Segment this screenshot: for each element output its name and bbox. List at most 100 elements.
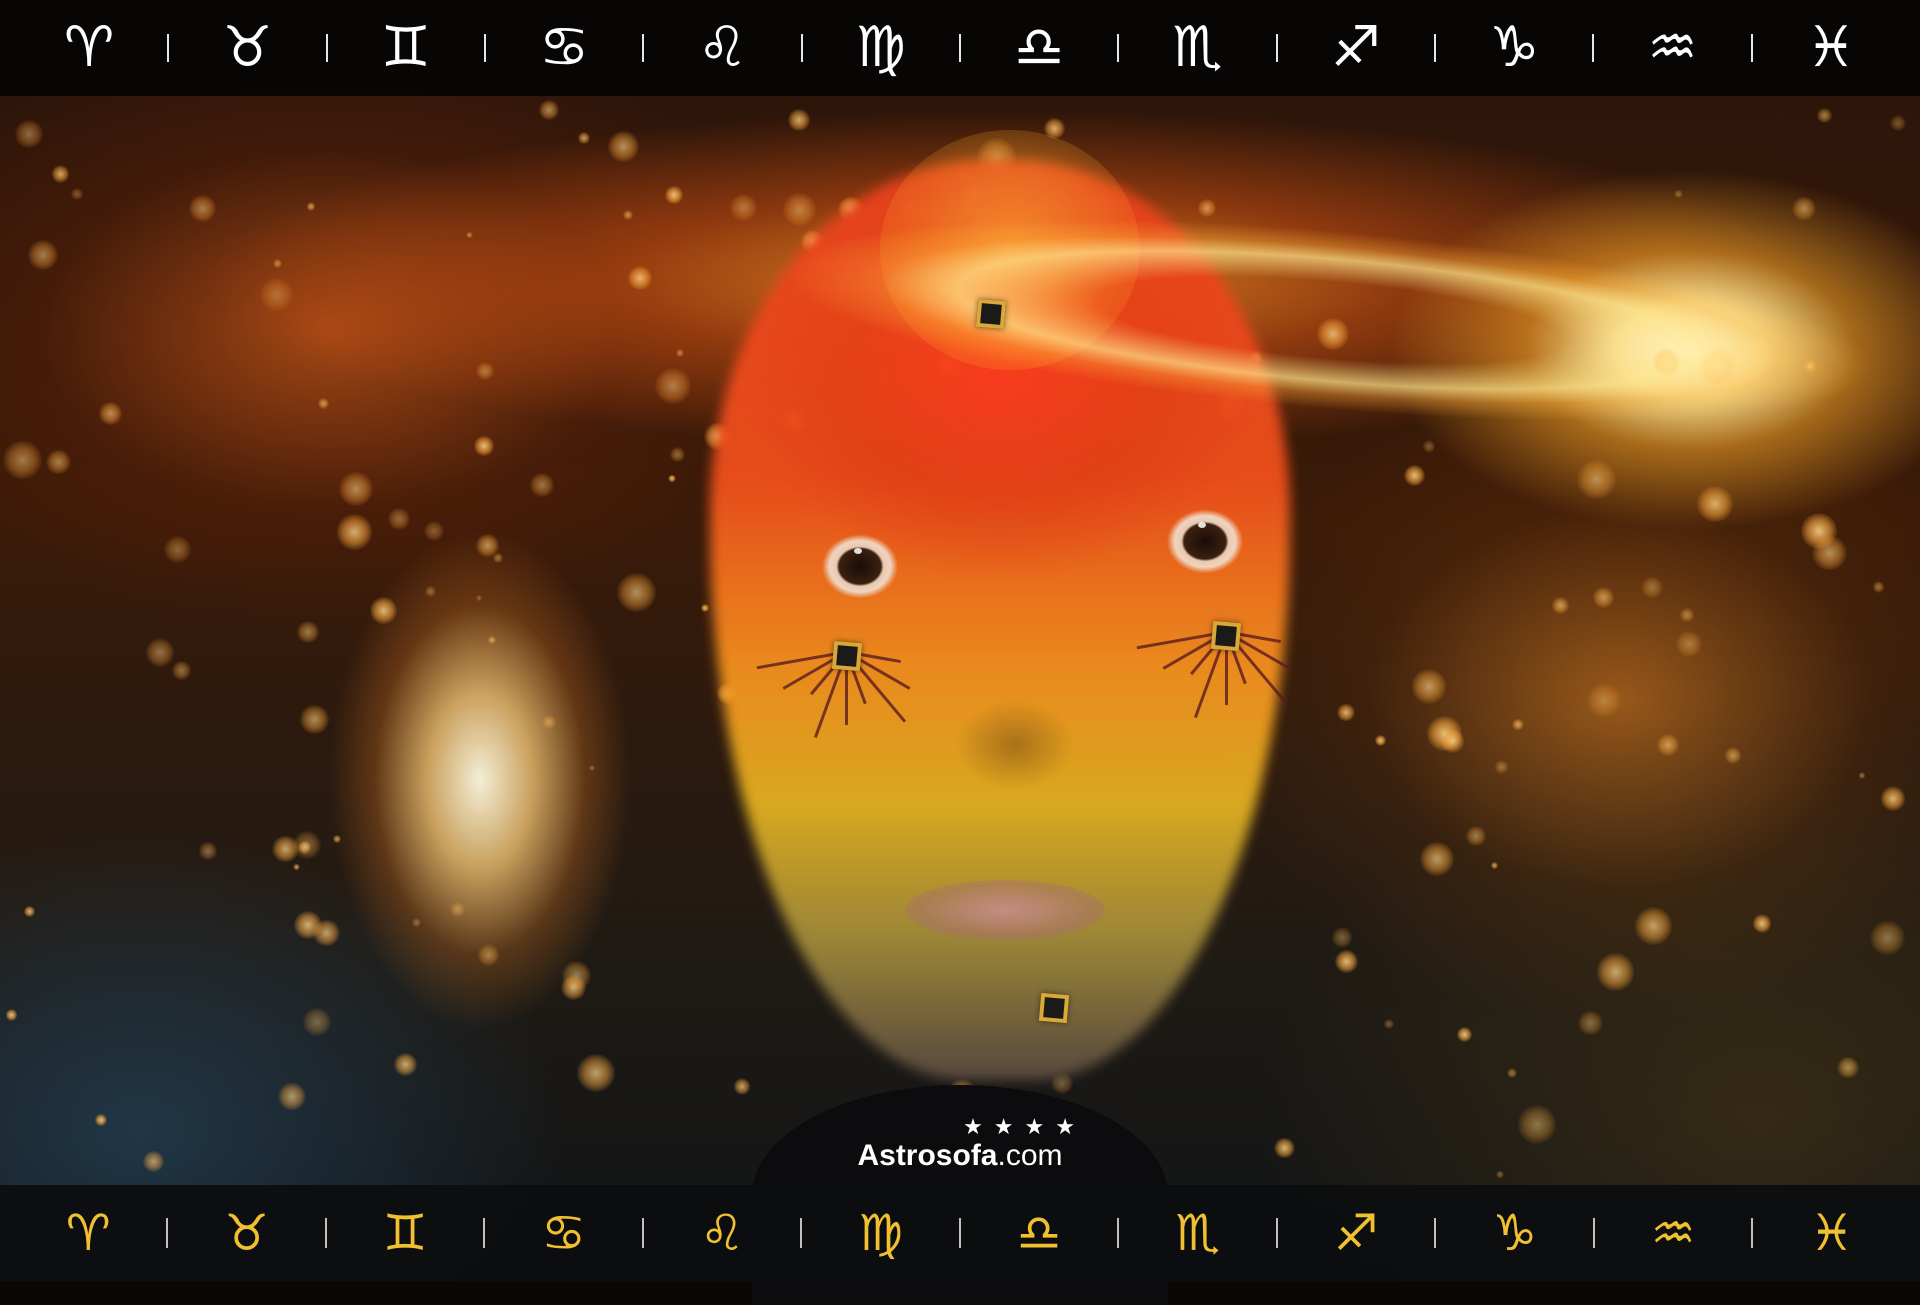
bokeh-dot	[188, 195, 216, 223]
divider	[325, 34, 328, 62]
bokeh-dot	[1331, 927, 1353, 948]
divider	[1592, 1218, 1595, 1248]
bokeh-dot	[1675, 630, 1702, 657]
bokeh-dot	[143, 1150, 165, 1172]
bokeh-dot	[487, 636, 496, 645]
bokeh-dot	[1419, 841, 1455, 876]
bokeh-dot	[411, 917, 422, 928]
bokeh-dot	[701, 604, 709, 613]
bokeh-dot	[1634, 907, 1673, 945]
divider	[1592, 34, 1595, 62]
bokeh-dot	[1641, 576, 1663, 598]
bokeh-dot	[668, 474, 677, 483]
bokeh-dot	[259, 277, 293, 311]
gemini-twins-icon: ♊	[382, 1204, 428, 1262]
bokeh-dot	[1456, 1027, 1472, 1043]
cancer-crab-icon: ♋	[541, 1204, 587, 1262]
divider	[167, 34, 170, 62]
capricorn-icon: ♑	[1489, 15, 1540, 80]
bokeh-dot	[541, 714, 556, 730]
bokeh-dot	[1587, 683, 1621, 718]
bokeh-dot	[474, 436, 494, 456]
zodiac-badge-bar: ♈ ♉ ♊ ♋ ♌ ♍ ♎ ♏ ♐ ♑ ♒ ♓	[0, 1185, 1920, 1281]
bokeh-dot	[369, 597, 397, 625]
libra-scales-icon: ♎	[1016, 1204, 1062, 1262]
bokeh-dot	[1465, 825, 1486, 846]
bokeh-dot	[1337, 703, 1355, 722]
logo-stars-icon: ★ ★ ★ ★	[963, 1115, 1077, 1140]
forehead-gem	[975, 298, 1007, 330]
bokeh-dot	[530, 472, 555, 497]
divider	[166, 1218, 169, 1248]
virgo-maiden-icon: ♍	[858, 1204, 904, 1262]
bokeh-dot	[588, 764, 596, 772]
bokeh-dot	[297, 621, 320, 644]
bokeh-dot	[98, 401, 122, 425]
bokeh-dot	[1375, 735, 1387, 746]
scorpio-scorpion-icon: ♏	[1175, 1204, 1221, 1262]
bokeh-dot	[71, 188, 83, 201]
bokeh-dot	[333, 835, 341, 844]
bokeh-dot	[1890, 115, 1906, 132]
bokeh-dot	[273, 258, 283, 268]
bokeh-dot	[52, 165, 70, 183]
bokeh-dot	[1412, 669, 1447, 704]
bokeh-dot	[1593, 586, 1614, 608]
bokeh-dot	[293, 863, 301, 871]
bokeh-dot	[3, 441, 42, 480]
bokeh-dot	[623, 210, 634, 220]
zodiac-glyph-bar: ♈ ♉ ♊ ♋ ♌ ♍ ♎ ♏ ♐ ♑ ♒ ♓	[0, 0, 1920, 96]
aquarius-icon: ♒	[1647, 15, 1698, 80]
bokeh-dot	[476, 361, 495, 381]
bokeh-dot	[1870, 921, 1905, 956]
bokeh-dot	[1812, 535, 1847, 571]
bokeh-dot	[1552, 596, 1569, 614]
taurus-bull-icon: ♉	[224, 1204, 270, 1262]
bokeh-dot	[475, 595, 482, 602]
divider	[1750, 34, 1753, 62]
right-cheek-gem	[1210, 620, 1242, 652]
bokeh-dot	[1496, 1170, 1504, 1179]
bokeh-dot	[306, 202, 316, 211]
bokeh-dot	[1859, 772, 1866, 779]
chin-gem	[1038, 992, 1070, 1024]
bokeh-dot	[424, 521, 444, 542]
bokeh-dot	[1274, 1137, 1295, 1159]
logo-tld: .com	[997, 1139, 1063, 1172]
bokeh-dot	[1657, 734, 1679, 756]
bokeh-dot	[336, 514, 373, 550]
bokeh-dot	[1817, 107, 1833, 123]
bokeh-dot	[1596, 953, 1634, 991]
bokeh-dot	[1674, 189, 1683, 199]
capricorn-goat-icon: ♑	[1492, 1204, 1538, 1262]
bokeh-dot	[27, 240, 58, 271]
divider	[1751, 1218, 1754, 1248]
bokeh-dot	[14, 119, 43, 148]
bokeh-dot	[1578, 1010, 1603, 1035]
bokeh-dot	[300, 705, 329, 735]
bokeh-dot	[303, 1008, 331, 1036]
aries-ram-icon: ♈	[65, 1204, 111, 1262]
bokeh-dot	[318, 397, 330, 409]
bokeh-dot	[171, 661, 191, 681]
nose-shadow	[955, 700, 1075, 790]
divider	[958, 34, 961, 62]
bokeh-dot	[787, 109, 811, 132]
bokeh-dot	[466, 231, 473, 239]
divider	[324, 1218, 327, 1248]
leo-lion-icon: ♌	[699, 1204, 745, 1262]
leo-icon: ♌	[697, 15, 748, 80]
bokeh-dot	[1577, 460, 1617, 499]
divider	[1434, 1218, 1437, 1248]
virgo-icon: ♍	[855, 15, 906, 80]
bokeh-dot	[1507, 1067, 1518, 1079]
divider	[1117, 1218, 1120, 1248]
divider	[1117, 34, 1120, 62]
scorpio-icon: ♏	[1172, 15, 1223, 80]
bokeh-dot	[338, 471, 374, 506]
divider	[800, 1218, 803, 1248]
bokeh-dot	[607, 131, 639, 162]
bokeh-dot	[1724, 747, 1741, 764]
bokeh-dot	[561, 974, 587, 1000]
bokeh-dot	[654, 367, 691, 404]
